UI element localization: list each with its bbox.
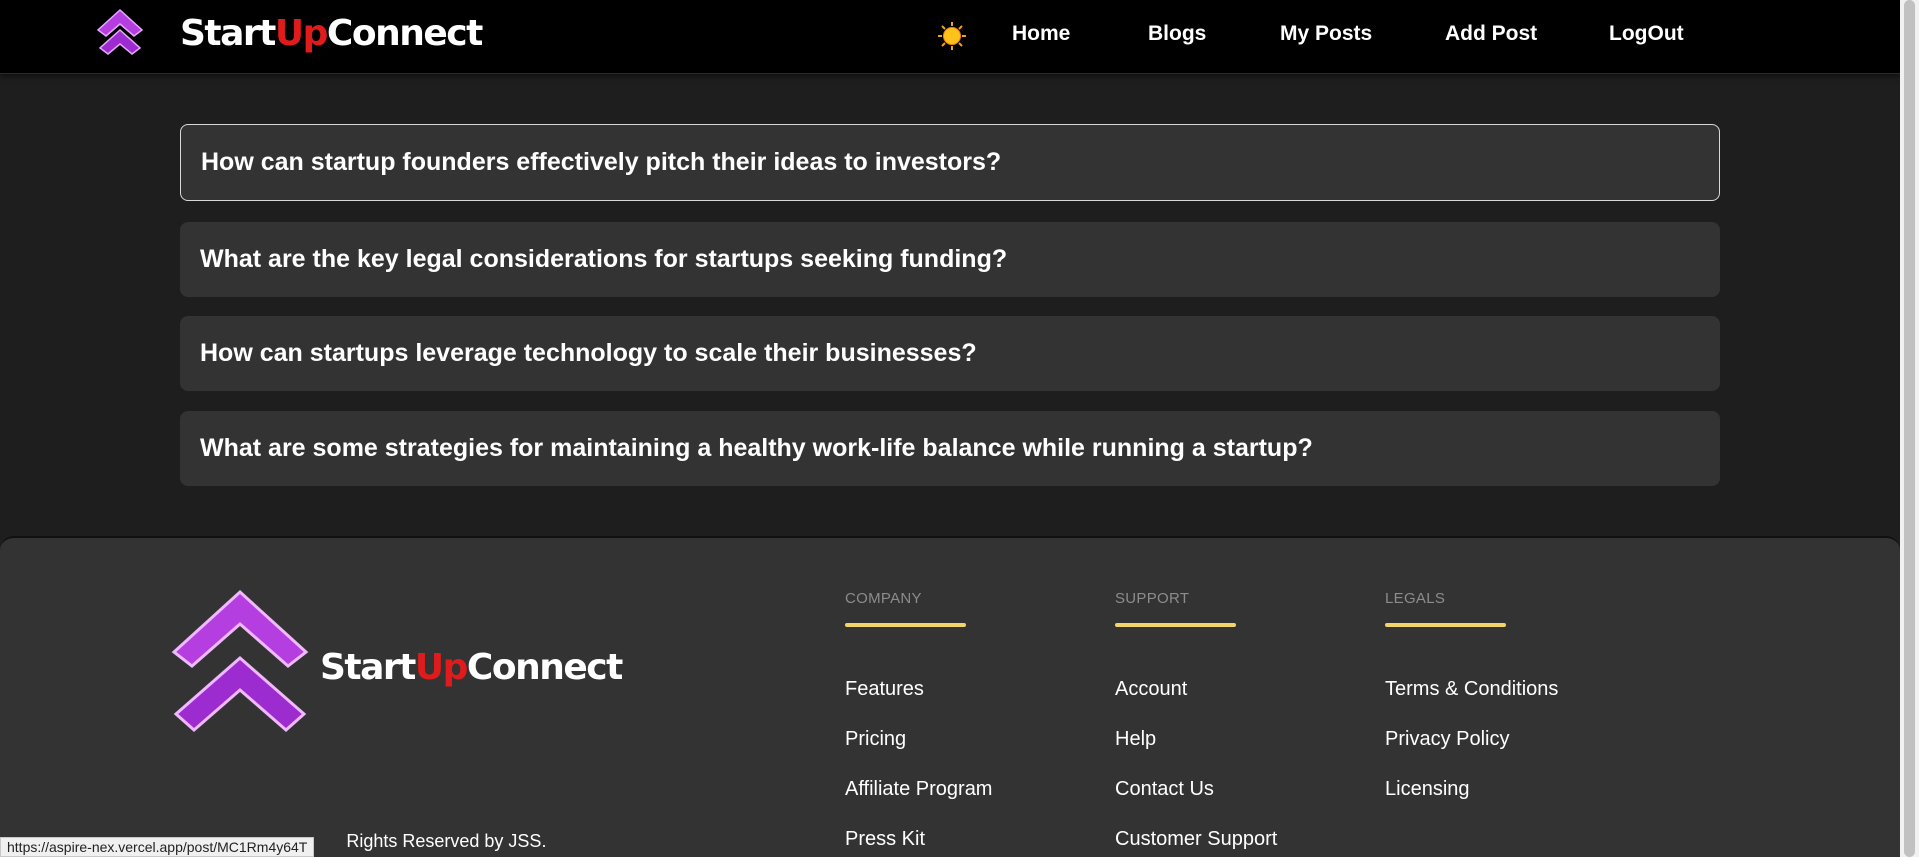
- footer-link-affiliate-program[interactable]: Affiliate Program: [845, 778, 992, 801]
- footer-heading-legals: LEGALS: [1385, 590, 1446, 607]
- faq-item[interactable]: How can startups leverage technology to …: [180, 316, 1720, 391]
- footer-link-terms[interactable]: Terms & Conditions: [1385, 678, 1558, 701]
- footer-link-press-kit[interactable]: Press Kit: [845, 828, 925, 851]
- heading-underline: [845, 623, 966, 627]
- footer-link-features[interactable]: Features: [845, 678, 924, 701]
- scrollbar-thumb[interactable]: [1904, 0, 1915, 857]
- brand-connect: Connect: [326, 13, 483, 54]
- footer-link-customer-support[interactable]: Customer Support: [1115, 828, 1277, 851]
- heading-underline: [1115, 623, 1236, 627]
- faq-item[interactable]: How can startup founders effectively pit…: [180, 124, 1720, 201]
- nav-home-link[interactable]: Home: [1012, 22, 1070, 46]
- footer-brand-connect: Connect: [466, 647, 623, 688]
- nav-add-post-link[interactable]: Add Post: [1445, 22, 1537, 46]
- status-bar-url: https://aspire-nex.vercel.app/post/MC1Rm…: [0, 837, 315, 857]
- nav-blogs-link[interactable]: Blogs: [1148, 22, 1206, 46]
- page: StartUpConnect Home Blogs My Posts Add P…: [0, 0, 1919, 857]
- faq-item[interactable]: What are some strategies for maintaining…: [180, 411, 1720, 486]
- footer-link-help[interactable]: Help: [1115, 728, 1156, 751]
- brand-logo-text[interactable]: StartUpConnect: [180, 12, 483, 56]
- sun-icon[interactable]: [937, 21, 967, 51]
- footer-link-licensing[interactable]: Licensing: [1385, 778, 1470, 801]
- footer-brand-start: Start: [320, 647, 416, 688]
- heading-underline: [1385, 623, 1506, 627]
- faq-item[interactable]: What are the key legal considerations fo…: [180, 222, 1720, 297]
- double-chevron-up-icon[interactable]: [170, 588, 310, 736]
- copyright-visible: Rights Reserved by JSS.: [346, 831, 547, 851]
- footer-link-account[interactable]: Account: [1115, 678, 1187, 701]
- footer-brand-up: Up: [414, 647, 469, 688]
- nav-logout-link[interactable]: LogOut: [1609, 22, 1684, 46]
- nav-my-posts-link[interactable]: My Posts: [1280, 22, 1372, 46]
- footer-brand-logo-text[interactable]: StartUpConnect: [320, 644, 623, 692]
- footer-link-contact-us[interactable]: Contact Us: [1115, 778, 1214, 801]
- brand-up: Up: [274, 13, 329, 54]
- footer-heading-company: COMPANY: [845, 590, 922, 607]
- brand-start: Start: [180, 13, 276, 54]
- footer-link-pricing[interactable]: Pricing: [845, 728, 906, 751]
- double-chevron-up-icon[interactable]: [94, 8, 146, 60]
- navbar: StartUpConnect Home Blogs My Posts Add P…: [0, 0, 1900, 74]
- footer-heading-support: SUPPORT: [1115, 590, 1190, 607]
- footer-link-privacy-policy[interactable]: Privacy Policy: [1385, 728, 1509, 751]
